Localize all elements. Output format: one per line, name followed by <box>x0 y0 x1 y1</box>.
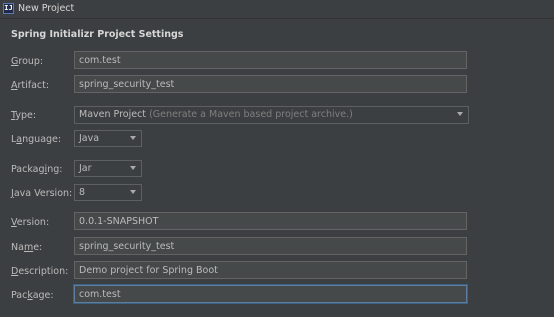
description-label-text: escription: <box>18 266 69 277</box>
type-select-hint: (Generate a Maven based project archive.… <box>149 109 353 120</box>
name-label-text: e: <box>33 242 43 253</box>
type-label: Type: <box>11 110 36 121</box>
name-input[interactable] <box>74 237 467 255</box>
name-label: Name: <box>11 242 42 253</box>
description-input[interactable] <box>74 261 467 279</box>
package-label-text: age: <box>32 290 54 301</box>
section-title: Spring Initializr Project Settings <box>11 29 184 40</box>
chevron-down-icon <box>457 112 463 116</box>
intellij-logo-icon: IJ <box>3 3 14 14</box>
type-select-value: Maven Project <box>79 109 147 120</box>
packaging-label-pre: Packag <box>11 164 45 175</box>
version-input[interactable] <box>74 212 467 230</box>
name-label-pre: Na <box>11 242 24 253</box>
group-label-text: roup: <box>18 56 44 67</box>
type-select[interactable]: Maven Project (Generate a Maven based pr… <box>74 106 469 124</box>
chevron-down-icon <box>130 166 136 170</box>
title-bar: IJ New Project <box>0 0 554 19</box>
package-label: Package: <box>11 290 54 301</box>
package-input[interactable] <box>74 285 467 303</box>
artifact-label: Artifact: <box>11 80 49 91</box>
language-select[interactable]: Java <box>74 130 142 147</box>
name-label-mnemonic: m <box>23 242 34 253</box>
packaging-label-text: ng: <box>47 164 63 175</box>
version-label-text: ersion: <box>16 217 50 228</box>
java-version-label-text: ava Version: <box>13 188 73 199</box>
type-label-text: ype: <box>15 110 37 121</box>
artifact-label-text: rtifact: <box>17 80 50 91</box>
packaging-select-value: Jar <box>79 163 92 174</box>
packaging-select[interactable]: Jar <box>74 160 142 177</box>
java-version-select-value: 8 <box>79 187 86 198</box>
language-label: Language: <box>11 134 61 145</box>
language-select-value: Java <box>79 133 100 144</box>
java-version-select[interactable]: 8 <box>74 184 142 201</box>
group-label: Group: <box>11 56 43 67</box>
window-title: New Project <box>18 3 75 14</box>
package-label-pre: Pac <box>11 290 28 301</box>
language-label-text: nguage: <box>22 134 62 145</box>
packaging-label: Packaging: <box>11 164 62 175</box>
chevron-down-icon <box>130 136 136 140</box>
version-label: Version: <box>11 217 49 228</box>
java-version-label: Java Version: <box>11 188 72 199</box>
description-label: Description: <box>11 266 68 277</box>
artifact-input[interactable] <box>74 75 467 93</box>
chevron-down-icon <box>130 190 136 194</box>
group-input[interactable] <box>74 51 467 69</box>
